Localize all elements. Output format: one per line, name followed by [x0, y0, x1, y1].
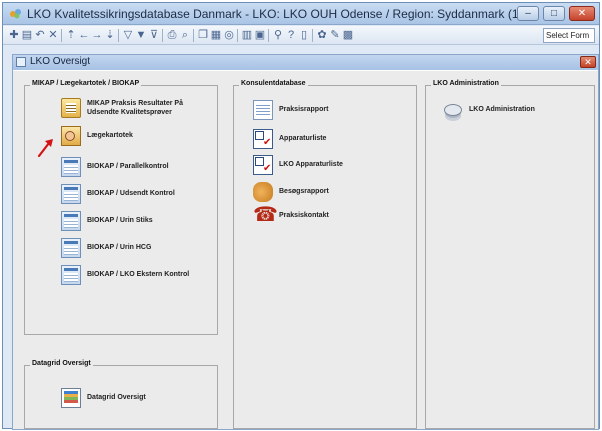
- item-label: MIKAP Praksis Resultater På Udsendte Kval…: [87, 100, 183, 116]
- red-arrow-annotation: [37, 139, 53, 157]
- db-icon[interactable]: ◎: [223, 29, 235, 41]
- exit-icon[interactable]: ▩: [342, 29, 354, 41]
- group-label: LKO Administration: [431, 80, 501, 87]
- filter-apply-icon[interactable]: ▼: [135, 29, 147, 41]
- copy-icon[interactable]: ❐: [197, 29, 209, 41]
- konsulentdatabase-group: Konsulentdatabase Praksisrapport Apparat…: [233, 80, 417, 429]
- settings-icon[interactable]: ✿: [316, 29, 328, 41]
- besoegsrapport-item[interactable]: Besøgsrapport: [253, 182, 413, 202]
- help-icon[interactable]: ?: [285, 29, 297, 41]
- window-title: LKO Kvalitetssikringsdatabase Danmark - …: [27, 7, 523, 21]
- item-label: BIOKAP / Urin Stiks: [87, 217, 153, 224]
- save-icon[interactable]: ▤: [21, 29, 33, 41]
- minimize-button[interactable]: –: [517, 6, 539, 21]
- datagrid-group: Datagrid Oversigt Datagrid Oversigt: [24, 360, 218, 429]
- application-window: LKO Kvalitetssikringsdatabase Danmark - …: [2, 2, 600, 430]
- toolbar-separator: [312, 29, 313, 42]
- group-label: Konsulentdatabase: [239, 80, 308, 87]
- document-list-icon: [61, 98, 81, 118]
- chart-icon[interactable]: ▥: [241, 29, 253, 41]
- last-icon[interactable]: ⇣: [104, 29, 116, 41]
- item-label: BIOKAP / Urin HCG: [87, 244, 152, 251]
- phone-icon: [253, 205, 278, 226]
- filter-icon[interactable]: ▽: [122, 29, 134, 41]
- tools-icon[interactable]: ✎: [329, 29, 341, 41]
- biokap-urin-stiks-item[interactable]: BIOKAP / Urin Stiks: [61, 211, 216, 231]
- item-label: Apparaturliste: [279, 135, 327, 142]
- item-label: Lægekartotek: [87, 132, 133, 139]
- find-icon[interactable]: ⚲: [272, 29, 284, 41]
- biokap-parallelkontrol-item[interactable]: BIOKAP / Parallelkontrol: [61, 157, 216, 177]
- grid-form-icon: [61, 238, 81, 258]
- group-label: MIKAP / Lægekartotek / BIOKAP: [30, 80, 142, 87]
- layers-icon: [443, 100, 463, 120]
- toolbar: ✚ ▤ ↶ ✕ ⇡ ← → ⇣ ▽ ▼ ⊽ ⎙ ⌕ ❐ ▦ ◎ ▥ ▣ ⚲ ? …: [3, 26, 599, 45]
- app-icon: [10, 9, 21, 19]
- maximize-button[interactable]: □: [543, 6, 565, 21]
- item-label: LKO Apparaturliste: [279, 161, 343, 168]
- biokap-udsendt-kontrol-item[interactable]: BIOKAP / Udsendt Kontrol: [61, 184, 216, 204]
- prev-icon[interactable]: ←: [78, 29, 90, 41]
- title-bar: LKO Kvalitetssikringsdatabase Danmark - …: [3, 3, 599, 25]
- praksisrapport-item[interactable]: Praksisrapport: [253, 100, 413, 120]
- undo-icon[interactable]: ↶: [34, 29, 46, 41]
- subwindow-title: LKO Oversigt: [30, 56, 91, 67]
- item-label: Praksiskontakt: [279, 212, 329, 219]
- mikap-praksis-resultater-item[interactable]: MIKAP Praksis Resultater På Udsendte Kval…: [61, 98, 216, 118]
- form-icon: [16, 57, 26, 67]
- subwindow-title-bar: LKO Oversigt ✕: [13, 55, 598, 70]
- mikap-group: MIKAP / Lægekartotek / BIOKAP MIKAP Prak…: [24, 80, 218, 335]
- toolbar-separator: [268, 29, 269, 42]
- first-icon[interactable]: ⇡: [65, 29, 77, 41]
- subwindow-close-button[interactable]: ✕: [580, 56, 596, 68]
- laegekartotek-item[interactable]: Lægekartotek: [61, 126, 216, 146]
- datagrid-oversigt-item[interactable]: Datagrid Oversigt: [61, 388, 216, 408]
- grid-form-icon: [61, 184, 81, 204]
- toolbar-separator: [61, 29, 62, 42]
- checklist-icon: [253, 155, 273, 175]
- select-form-dropdown[interactable]: Select Form: [543, 28, 595, 43]
- item-label: BIOKAP / Parallelkontrol: [87, 163, 169, 170]
- handshake-icon: [253, 182, 273, 202]
- praksiskontakt-item[interactable]: Praksiskontakt: [253, 205, 413, 226]
- report-icon: [253, 100, 273, 120]
- item-label: BIOKAP / LKO Ekstern Kontrol: [87, 271, 190, 278]
- subwindow-body: MIKAP / Lægekartotek / BIOKAP MIKAP Prak…: [13, 71, 598, 429]
- toolbar-separator: [237, 29, 238, 42]
- close-button[interactable]: ✕: [569, 6, 595, 21]
- item-label: LKO Administration: [469, 106, 535, 113]
- toolbar-separator: [193, 29, 194, 42]
- item-label: Besøgsrapport: [279, 188, 329, 195]
- apparaturliste-item[interactable]: Apparaturliste: [253, 129, 413, 149]
- biokap-urin-hcg-item[interactable]: BIOKAP / Urin HCG: [61, 238, 216, 258]
- lko-oversigt-window: LKO Oversigt ✕ MIKAP / Lægekartotek / BI…: [12, 54, 599, 430]
- datagrid-icon: [61, 388, 81, 408]
- delete-icon[interactable]: ✕: [47, 29, 59, 41]
- item-label: Praksisrapport: [279, 106, 329, 113]
- doctor-card-icon: [61, 126, 81, 146]
- lko-administration-item[interactable]: LKO Administration: [443, 100, 593, 120]
- grid-form-icon: [61, 211, 81, 231]
- item-label: BIOKAP / Udsendt Kontrol: [87, 190, 175, 197]
- item-label: Datagrid Oversigt: [87, 394, 146, 401]
- grid-icon[interactable]: ▦: [210, 29, 222, 41]
- grid-form-icon: [61, 265, 81, 285]
- print-icon[interactable]: ⎙: [166, 29, 178, 41]
- print-preview-icon[interactable]: ⌕: [179, 29, 191, 41]
- filter-remove-icon[interactable]: ⊽: [148, 29, 160, 41]
- doc-icon[interactable]: ▯: [298, 29, 310, 41]
- biokap-lko-ekstern-kontrol-item[interactable]: BIOKAP / LKO Ekstern Kontrol: [61, 265, 216, 285]
- toolbar-separator: [162, 29, 163, 42]
- report-icon[interactable]: ▣: [254, 29, 266, 41]
- lko-apparaturliste-item[interactable]: LKO Apparaturliste: [253, 155, 413, 175]
- checklist-icon: [253, 129, 273, 149]
- toolbar-separator: [118, 29, 119, 42]
- lko-administration-group: LKO Administration LKO Administration: [425, 80, 595, 429]
- grid-form-icon: [61, 157, 81, 177]
- next-icon[interactable]: →: [91, 29, 103, 41]
- new-icon[interactable]: ✚: [8, 29, 20, 41]
- group-label: Datagrid Oversigt: [30, 360, 93, 367]
